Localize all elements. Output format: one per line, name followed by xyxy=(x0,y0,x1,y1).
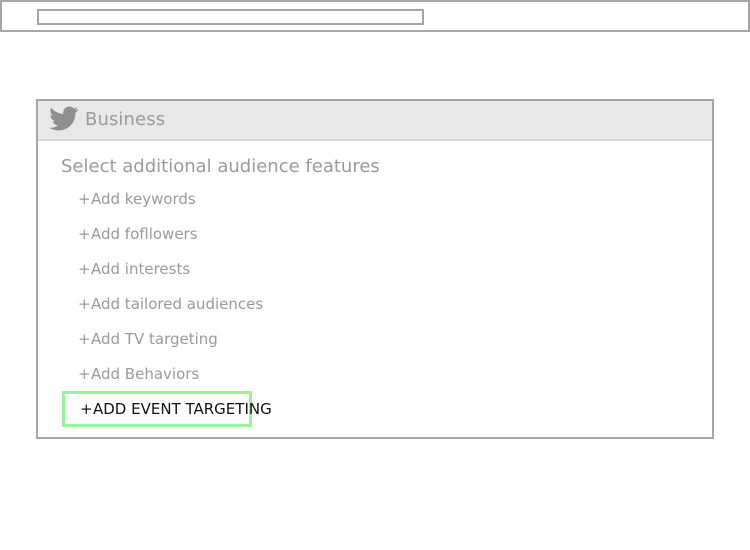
add-followers-link[interactable]: +Add fofllowers xyxy=(78,225,198,243)
audience-features-panel: Business Select additional audience feat… xyxy=(36,99,714,439)
top-bar xyxy=(0,0,750,32)
plus-icon: + xyxy=(78,295,91,313)
plus-icon: + xyxy=(78,260,91,278)
add-tailored-audiences-link[interactable]: +Add tailored audiences xyxy=(78,295,263,313)
plus-icon: + xyxy=(78,365,91,383)
twitter-bird-icon xyxy=(49,106,79,131)
panel-header: Business xyxy=(38,101,712,141)
feature-label: Add tailored audiences xyxy=(91,295,264,313)
plus-icon: + xyxy=(78,330,91,348)
plus-icon: + xyxy=(80,400,93,418)
panel-title: Business xyxy=(85,109,166,130)
add-event-targeting-button[interactable]: +ADD EVENT TARGETING xyxy=(62,391,272,427)
top-bar-input[interactable] xyxy=(37,9,424,25)
feature-label: Add Behaviors xyxy=(91,365,200,383)
add-event-targeting-label: +ADD EVENT TARGETING xyxy=(80,400,272,418)
add-tv-targeting-link[interactable]: +Add TV targeting xyxy=(78,330,218,348)
feature-label: Add interests xyxy=(91,260,191,278)
plus-icon: + xyxy=(78,225,91,243)
feature-label: Add TV targeting xyxy=(91,330,218,348)
add-behaviors-link[interactable]: +Add Behaviors xyxy=(78,365,199,383)
section-title: Select additional audience features xyxy=(61,156,380,177)
plus-icon: + xyxy=(78,190,91,208)
add-keywords-link[interactable]: +Add keywords xyxy=(78,190,196,208)
feature-label: Add fofllowers xyxy=(91,225,198,243)
add-interests-link[interactable]: +Add interests xyxy=(78,260,190,278)
feature-label: Add keywords xyxy=(91,190,196,208)
